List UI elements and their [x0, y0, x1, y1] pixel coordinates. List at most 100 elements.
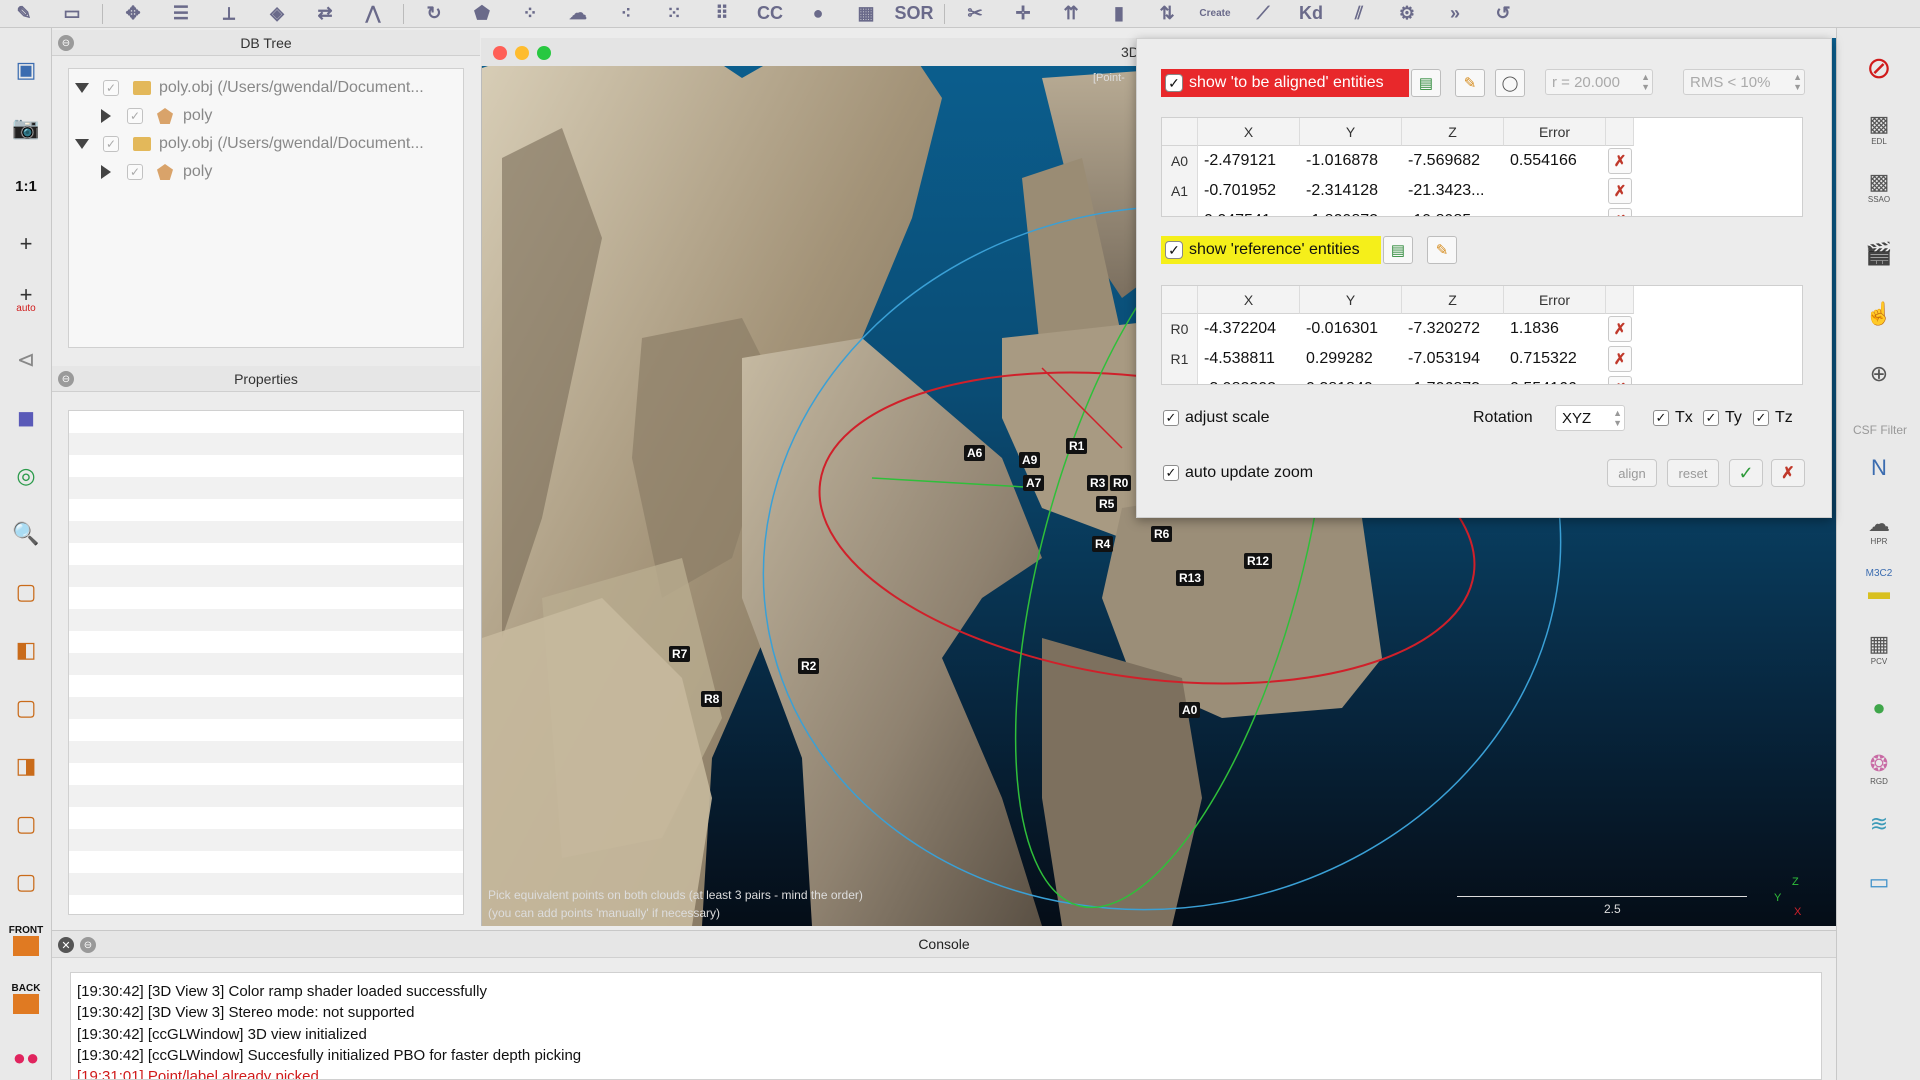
point-marker[interactable]: R1: [1066, 438, 1088, 454]
noise-icon[interactable]: ⁙: [650, 1, 698, 27]
sor-button[interactable]: SOR: [890, 1, 938, 27]
slope-icon[interactable]: ⟋: [1239, 1, 1287, 27]
tree-item[interactable]: ✓ poly.obj (/Users/gwendal/Document...: [75, 75, 424, 101]
histogram-icon[interactable]: ▮: [1095, 1, 1143, 27]
sample-icon[interactable]: ⁘: [506, 1, 554, 27]
window-icon[interactable]: ▭: [48, 1, 96, 27]
tree-item[interactable]: ✓ poly.obj (/Users/gwendal/Document...: [75, 131, 424, 157]
lasso-icon[interactable]: ↺: [1479, 1, 1527, 27]
adjust-scale-option[interactable]: ✓ adjust scale: [1163, 409, 1270, 427]
radius-spinbox[interactable]: r = 20.000 ▲ ▼: [1545, 69, 1653, 95]
console-log[interactable]: [19:30:42] [3D View 3] Color ramp shader…: [70, 972, 1822, 1080]
table-cell[interactable]: 0.047541: [1198, 206, 1300, 216]
cancel-icon[interactable]: ✗: [1771, 459, 1805, 487]
visibility-checkbox[interactable]: ✓: [103, 136, 119, 152]
table-cell[interactable]: -21.3423...: [1402, 176, 1504, 206]
auto-update-zoom-checkbox[interactable]: ✓: [1163, 465, 1179, 481]
table-cell[interactable]: -0.016301: [1300, 314, 1402, 344]
forbidden-icon[interactable]: ⊘: [1857, 48, 1901, 88]
collapse-arrow-icon[interactable]: [101, 109, 111, 123]
hatch-icon[interactable]: ⫽: [1335, 1, 1383, 27]
transform-icon[interactable]: ✥: [109, 1, 157, 27]
table-cell[interactable]: -7.569682: [1402, 146, 1504, 176]
one-to-one-button[interactable]: 1:1: [6, 166, 46, 206]
create-button[interactable]: Create: [1191, 1, 1239, 27]
grid-icon[interactable]: ▦: [842, 1, 890, 27]
cc-button[interactable]: CC: [746, 1, 794, 27]
layers-icon[interactable]: ▤: [1383, 236, 1413, 264]
point-marker[interactable]: R3: [1087, 475, 1109, 491]
ty-checkbox[interactable]: ✓: [1703, 410, 1719, 426]
tx-option[interactable]: ✓ Tx: [1653, 409, 1693, 427]
show-aligned-checkbox[interactable]: ✓: [1165, 74, 1183, 92]
align-button[interactable]: align: [1607, 459, 1657, 487]
collapse-arrow-icon[interactable]: [101, 165, 111, 179]
kd-button[interactable]: Kd: [1287, 1, 1335, 27]
point-marker[interactable]: R2: [798, 658, 820, 674]
n-button[interactable]: N: [1857, 448, 1901, 488]
more-icon[interactable]: »: [1431, 1, 1479, 27]
point-marker[interactable]: R4: [1092, 536, 1114, 552]
delete-point-button[interactable]: ✗: [1608, 376, 1632, 384]
point-marker[interactable]: A6: [964, 445, 986, 461]
colorize-icon[interactable]: ◈: [253, 1, 301, 27]
table-cell[interactable]: -19.8985: [1402, 206, 1504, 216]
fill-icon[interactable]: ●: [794, 1, 842, 27]
point-marker[interactable]: R0: [1110, 475, 1132, 491]
camera-icon[interactable]: 📷: [6, 108, 46, 148]
reset-button[interactable]: reset: [1667, 459, 1719, 487]
axes-icon[interactable]: ⊲: [6, 340, 46, 380]
table-cell[interactable]: -0.701952: [1198, 176, 1300, 206]
pencil-icon[interactable]: ✎: [1455, 69, 1485, 97]
point-marker[interactable]: R13: [1176, 570, 1205, 586]
view-left-icon[interactable]: ▢: [6, 688, 46, 728]
cube-icon[interactable]: ◼: [6, 398, 46, 438]
front-view-button[interactable]: FRONT: [6, 920, 46, 960]
close-icon[interactable]: ✕: [58, 937, 74, 953]
delete-point-button[interactable]: ✗: [1608, 316, 1632, 342]
pcv-button[interactable]: ▦ PCV: [1857, 628, 1901, 668]
auto-update-zoom-option[interactable]: ✓ auto update zoom: [1163, 464, 1313, 482]
scissors-icon[interactable]: ✂: [951, 1, 999, 27]
table-cell[interactable]: 0.381840: [1300, 374, 1402, 384]
point-marker[interactable]: A9: [1019, 452, 1041, 468]
pencil-icon[interactable]: ✎: [1427, 236, 1457, 264]
visibility-checkbox[interactable]: ✓: [127, 164, 143, 180]
table-cell[interactable]: -2.479121: [1198, 146, 1300, 176]
curve-icon[interactable]: ⋀: [349, 1, 397, 27]
minimize-window-icon[interactable]: [515, 46, 529, 60]
point-marker[interactable]: R12: [1244, 553, 1273, 569]
table-cell[interactable]: -4.538811: [1198, 344, 1300, 374]
view-right-icon[interactable]: ◨: [6, 746, 46, 786]
undock-icon[interactable]: ⊖: [58, 35, 74, 51]
show-aligned-toggle[interactable]: ✓ show 'to be aligned' entities: [1161, 69, 1409, 97]
view-back-icon[interactable]: ▢: [6, 862, 46, 902]
delete-point-button[interactable]: ✗: [1608, 346, 1632, 372]
point-marker[interactable]: R5: [1096, 496, 1118, 512]
ssao-button[interactable]: ▩ SSAO: [1857, 166, 1901, 206]
table-cell[interactable]: -7.320272: [1402, 314, 1504, 344]
stats-icon[interactable]: ⇅: [1143, 1, 1191, 27]
close-window-icon[interactable]: [493, 46, 507, 60]
sphere-icon[interactable]: ●: [1857, 688, 1901, 728]
point-marker[interactable]: R7: [669, 646, 691, 662]
points-icon[interactable]: ⁖: [602, 1, 650, 27]
cloud-icon[interactable]: ☁: [554, 1, 602, 27]
rotate-icon[interactable]: ↻: [410, 1, 458, 27]
csf-filter-button[interactable]: CSF Filter: [1845, 410, 1915, 450]
stepper-icon[interactable]: ▲ ▼: [1793, 72, 1802, 92]
tz-checkbox[interactable]: ✓: [1753, 410, 1769, 426]
view-bottom-icon[interactable]: ▢: [6, 804, 46, 844]
table-cell[interactable]: -3.982302: [1198, 374, 1300, 384]
compass-icon[interactable]: ⊕: [1857, 354, 1901, 394]
measure-icon[interactable]: ⟂: [205, 1, 253, 27]
rms-spinbox[interactable]: RMS < 10% ▲ ▼: [1683, 69, 1805, 95]
edit-icon[interactable]: ✎: [0, 1, 48, 27]
point-marker[interactable]: A0: [1179, 702, 1201, 718]
hpr-button[interactable]: ☁ HPR: [1857, 508, 1901, 548]
undock-icon[interactable]: ⊖: [58, 371, 74, 387]
visibility-checkbox[interactable]: ✓: [103, 80, 119, 96]
tree-item[interactable]: ✓ poly: [101, 103, 212, 129]
table-cell[interactable]: -7.053194: [1402, 344, 1504, 374]
tree-item[interactable]: ✓ poly: [101, 159, 212, 185]
